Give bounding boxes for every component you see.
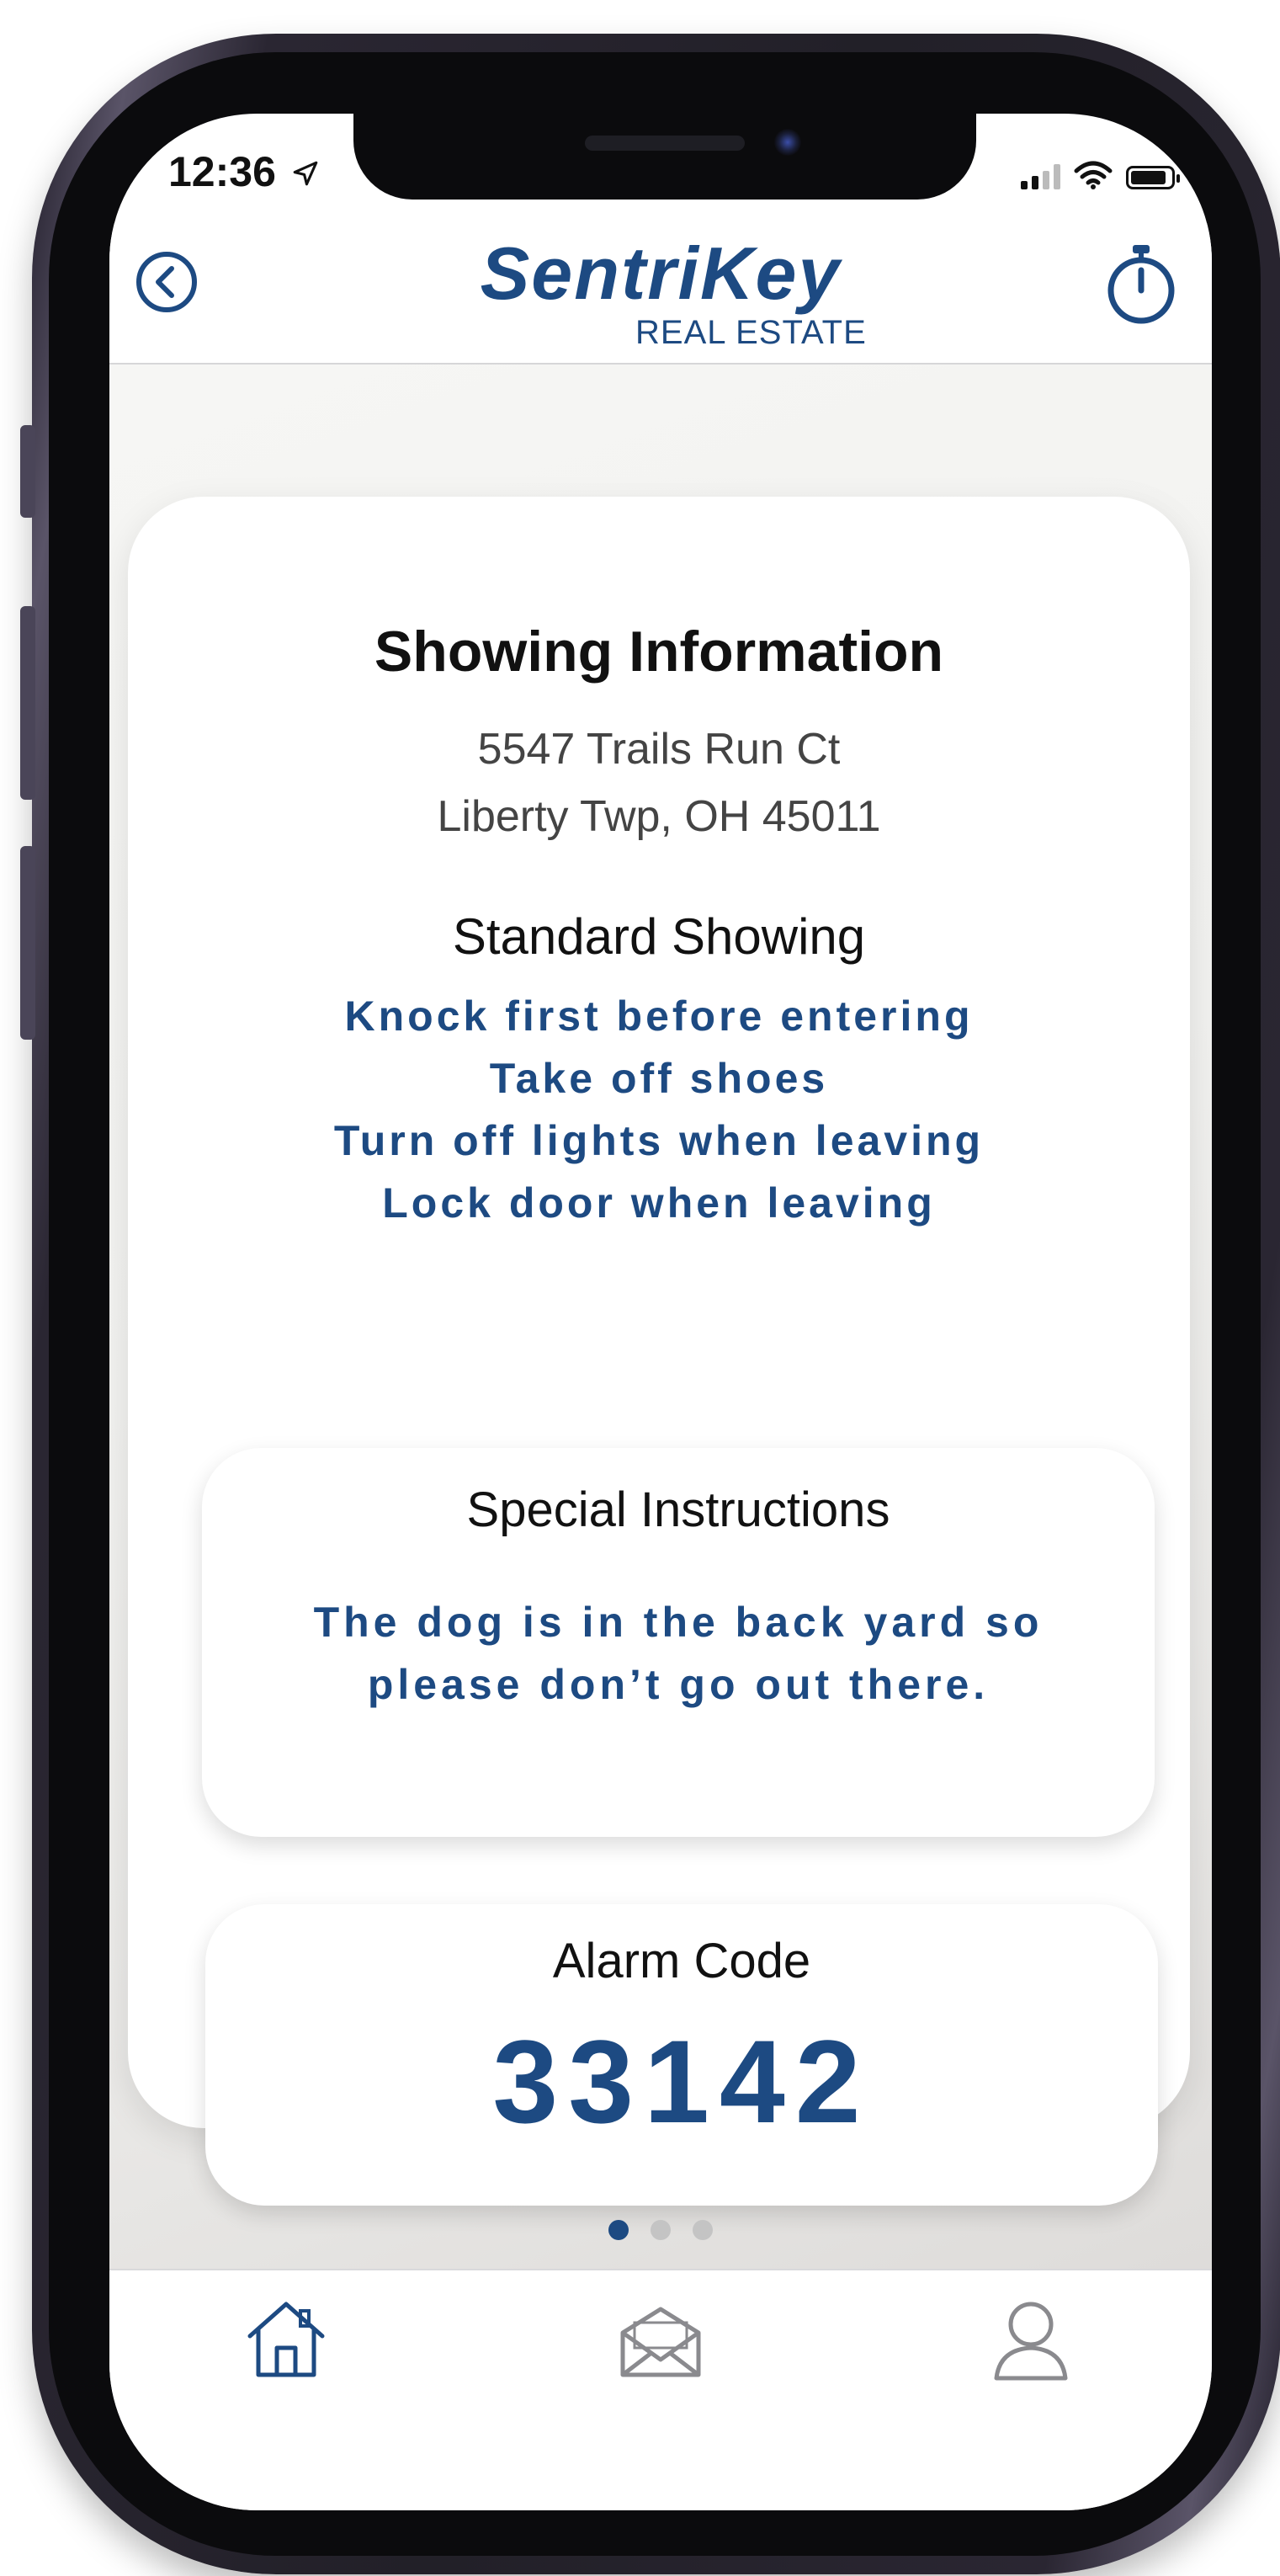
app-header: SentriKey REAL ESTATE: [109, 223, 1212, 365]
volume-down-button: [20, 846, 35, 1040]
status-time-text: 12:36: [168, 148, 276, 195]
phone-screen: 12:36 SentriKey REAL ESTATE Showing Info…: [109, 114, 1212, 2510]
page-dot[interactable]: [651, 2220, 671, 2240]
stopwatch-icon[interactable]: [1102, 242, 1180, 326]
showing-instructions: Knock first before entering Take off sho…: [128, 985, 1190, 1234]
envelope-icon[interactable]: [614, 2294, 707, 2387]
showing-info-card: Showing Information 5547 Trails Run Ct L…: [128, 497, 1190, 2206]
alarm-code-value: 33142: [492, 2015, 871, 2148]
cellular-signal-icon: [1021, 164, 1060, 189]
page-dot[interactable]: [693, 2220, 713, 2240]
front-camera: [774, 129, 801, 156]
silent-switch: [20, 425, 35, 518]
instruction-item: Knock first before entering: [344, 993, 974, 1040]
alarm-code-title: Alarm Code: [552, 1934, 811, 1988]
status-time: 12:36: [168, 147, 320, 196]
property-address: 5547 Trails Run Ct Liberty Twp, OH 45011: [128, 716, 1190, 850]
app-logo: SentriKey: [480, 232, 842, 315]
status-icons: [1021, 161, 1180, 189]
volume-up-button: [20, 606, 35, 800]
user-icon[interactable]: [985, 2294, 1077, 2387]
special-instructions-card: Special Instructions The dog is in the b…: [202, 1448, 1155, 1837]
speaker-grille: [585, 136, 745, 151]
location-arrow-icon: [293, 161, 318, 186]
page-dot-active[interactable]: [608, 2220, 629, 2240]
page-indicator: [109, 2220, 1212, 2240]
special-instructions-text: The dog is in the back yard so please do…: [202, 1591, 1155, 1716]
notch: [353, 114, 976, 200]
card-title: Showing Information: [374, 620, 944, 684]
address-line-1: 5547 Trails Run Ct: [477, 725, 841, 774]
special-instructions-title: Special Instructions: [466, 1482, 890, 1537]
instruction-item: Turn off lights when leaving: [333, 1117, 985, 1164]
special-instructions-line: please don’t go out there.: [367, 1661, 990, 1708]
instruction-item: Lock door when leaving: [382, 1179, 936, 1227]
tab-bar: [109, 2269, 1212, 2510]
home-icon[interactable]: [240, 2294, 332, 2387]
app-logo-subtitle: REAL ESTATE: [635, 314, 867, 351]
alarm-code-card: Alarm Code 33142: [205, 1904, 1158, 2206]
showing-type: Standard Showing: [452, 908, 866, 965]
wifi-icon: [1074, 161, 1113, 189]
battery-icon: [1126, 166, 1180, 189]
address-line-2: Liberty Twp, OH 45011: [437, 792, 881, 841]
instruction-item: Take off shoes: [489, 1055, 829, 1102]
special-instructions-line: The dog is in the back yard so: [313, 1599, 1044, 1646]
